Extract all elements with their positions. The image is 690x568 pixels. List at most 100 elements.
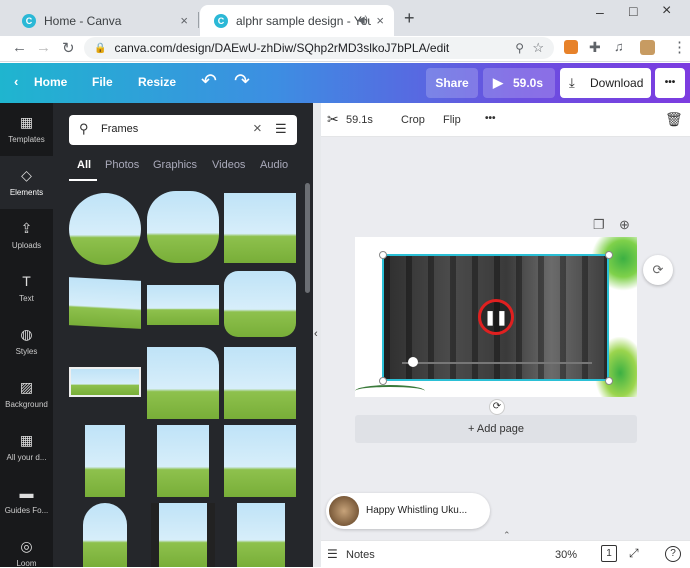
redo-icon[interactable]: ↷ bbox=[234, 70, 250, 93]
frame-torn-paper[interactable] bbox=[224, 347, 296, 419]
speaker-icon[interactable]: ◀) bbox=[357, 15, 368, 26]
add-page-icon[interactable]: ⊕ bbox=[619, 217, 630, 233]
pause-button[interactable]: ❚❚ bbox=[478, 299, 514, 335]
sidebar-item-templates[interactable]: ▦ Templates bbox=[0, 103, 53, 156]
sidebar-item-guides[interactable]: ▬ Guides Fo... bbox=[0, 474, 53, 527]
zoom-level[interactable]: 30% bbox=[555, 549, 577, 561]
selection-handle[interactable] bbox=[379, 377, 387, 385]
duplicate-page-icon[interactable]: ❐ bbox=[593, 217, 605, 233]
back-icon[interactable]: ← bbox=[12, 39, 27, 56]
crop-button[interactable]: Crop bbox=[401, 114, 425, 126]
tab-title: Home - Canva bbox=[44, 13, 122, 28]
fox-extension-icon[interactable] bbox=[564, 40, 578, 54]
frame-torn-paper[interactable] bbox=[224, 425, 296, 497]
pause-icon: ❚❚ bbox=[484, 309, 508, 325]
frame-tall-rectangle[interactable] bbox=[85, 425, 125, 497]
video-progress-knob[interactable] bbox=[408, 357, 418, 367]
frame-wide[interactable] bbox=[147, 285, 219, 325]
browser-tab-bar: C Home - Canva × C alphr sample design -… bbox=[0, 0, 690, 36]
help-button[interactable]: ? bbox=[665, 546, 681, 562]
chevron-left-icon[interactable]: ‹ bbox=[14, 74, 18, 89]
home-button[interactable]: Home bbox=[34, 75, 67, 89]
zoom-icon[interactable]: ⚲ bbox=[515, 41, 524, 55]
tab-all[interactable]: All bbox=[77, 159, 91, 171]
frame-film-strip[interactable] bbox=[69, 367, 141, 397]
resize-button[interactable]: Resize bbox=[138, 75, 176, 89]
frame-tall-rectangle[interactable] bbox=[157, 425, 209, 497]
tab-divider bbox=[198, 12, 199, 28]
notes-icon[interactable]: ☰ bbox=[327, 547, 338, 561]
add-page-button[interactable]: + Add page bbox=[355, 415, 637, 443]
notes-button[interactable]: Notes bbox=[346, 549, 375, 561]
reload-icon[interactable]: ↻ bbox=[62, 39, 75, 57]
frame-arch[interactable] bbox=[83, 503, 127, 567]
panel-scrollbar[interactable] bbox=[305, 183, 310, 293]
canvas-workspace: ❐ ⊕ ⟳ ❚❚ ⟳ + Add page Happy Whistling Uk… bbox=[321, 137, 690, 540]
media-control-icon[interactable]: ♫ bbox=[614, 39, 624, 54]
tab-audio[interactable]: Audio bbox=[260, 159, 288, 171]
add-page-label: + Add page bbox=[468, 423, 524, 435]
sidebar-item-uploads[interactable]: ⇪ Uploads bbox=[0, 209, 53, 262]
sidebar-item-styles[interactable]: ◍ Styles bbox=[0, 315, 53, 368]
minimize-button[interactable]: – bbox=[596, 4, 604, 20]
trash-icon[interactable]: 🗑 bbox=[665, 111, 683, 128]
sidebar-item-background[interactable]: ▨ Background bbox=[0, 368, 53, 421]
close-window-button[interactable]: × bbox=[662, 2, 671, 20]
frame-tall-rectangle[interactable] bbox=[237, 503, 285, 567]
sidebar-item-all-your-designs[interactable]: ▦ All your d... bbox=[0, 421, 53, 474]
download-button[interactable]: ⤓ Download bbox=[560, 68, 651, 98]
frame-rectangle[interactable] bbox=[224, 193, 296, 263]
video-element[interactable]: ❚❚ bbox=[382, 254, 609, 381]
trim-duration[interactable]: 59.1s bbox=[346, 114, 373, 126]
new-tab-button[interactable]: + bbox=[404, 8, 415, 29]
file-menu[interactable]: File bbox=[92, 75, 113, 89]
share-button[interactable]: Share bbox=[426, 68, 478, 98]
sidebar-item-label: Background bbox=[5, 400, 48, 409]
close-tab-icon[interactable]: × bbox=[376, 13, 384, 28]
frame-circle[interactable] bbox=[69, 193, 141, 265]
bookmark-star-icon[interactable]: ☆ bbox=[532, 40, 544, 56]
sidebar-item-elements[interactable]: ◇ Elements bbox=[0, 156, 53, 209]
tab-photos[interactable]: Photos bbox=[105, 159, 139, 171]
more-dots-icon[interactable]: ••• bbox=[485, 113, 496, 124]
close-tab-icon[interactable]: × bbox=[180, 13, 188, 28]
selection-handle[interactable] bbox=[605, 377, 613, 385]
play-button[interactable]: ▶ 59.0s bbox=[483, 68, 555, 98]
frame-rounded-blob[interactable] bbox=[224, 271, 296, 337]
video-progress-track[interactable] bbox=[402, 362, 592, 364]
chevron-left-icon: ‹ bbox=[314, 328, 318, 340]
clear-search-icon[interactable]: × bbox=[253, 120, 262, 137]
comment-button[interactable]: ⟳ bbox=[643, 255, 673, 285]
frame-scalloped[interactable] bbox=[147, 191, 219, 263]
frame-skewed[interactable] bbox=[69, 277, 141, 329]
frame-film[interactable] bbox=[151, 503, 215, 567]
browser-menu-icon[interactable]: ⋮ bbox=[672, 38, 687, 56]
audio-track-chip[interactable]: Happy Whistling Uku... bbox=[326, 493, 490, 529]
maximize-button[interactable]: □ bbox=[629, 3, 637, 19]
url-field[interactable]: 🔒 canva.com/design/DAEwU-zhDiw/SQhp2rMD3… bbox=[84, 37, 554, 59]
flip-button[interactable]: Flip bbox=[443, 114, 461, 126]
profile-avatar[interactable] bbox=[640, 40, 655, 55]
tab-graphics[interactable]: Graphics bbox=[153, 159, 197, 171]
play-icon: ▶ bbox=[493, 75, 503, 90]
frame-folded-corner[interactable] bbox=[147, 347, 219, 419]
sidebar-item-text[interactable]: T Text bbox=[0, 262, 53, 315]
panel-collapse-handle[interactable]: ‹ bbox=[313, 103, 321, 567]
tab-videos[interactable]: Videos bbox=[212, 159, 245, 171]
forward-icon[interactable]: → bbox=[36, 39, 51, 56]
more-options-button[interactable]: ••• bbox=[655, 68, 685, 98]
rotate-icon[interactable]: ⟳ bbox=[489, 399, 505, 415]
tab-home-canva[interactable]: C Home - Canva × bbox=[8, 5, 198, 36]
page-count-button[interactable]: 1 bbox=[601, 545, 617, 562]
active-tab-underline bbox=[69, 179, 97, 181]
selection-handle[interactable] bbox=[605, 251, 613, 259]
fullscreen-icon[interactable]: ⤢ bbox=[629, 546, 639, 561]
tab-alphr-sample-design[interactable]: C alphr sample design - YouTu ◀) × bbox=[200, 5, 394, 36]
search-input[interactable]: ⚲ Frames × ☰ bbox=[69, 115, 297, 145]
selection-handle[interactable] bbox=[379, 251, 387, 259]
sidebar-item-loom[interactable]: ◎ Loom bbox=[0, 527, 53, 568]
puzzle-extensions-icon[interactable]: ✚ bbox=[589, 39, 601, 56]
filter-sliders-icon[interactable]: ☰ bbox=[275, 121, 287, 137]
scissors-icon[interactable]: ✂ bbox=[327, 111, 339, 128]
undo-icon[interactable]: ↶ bbox=[201, 70, 217, 93]
